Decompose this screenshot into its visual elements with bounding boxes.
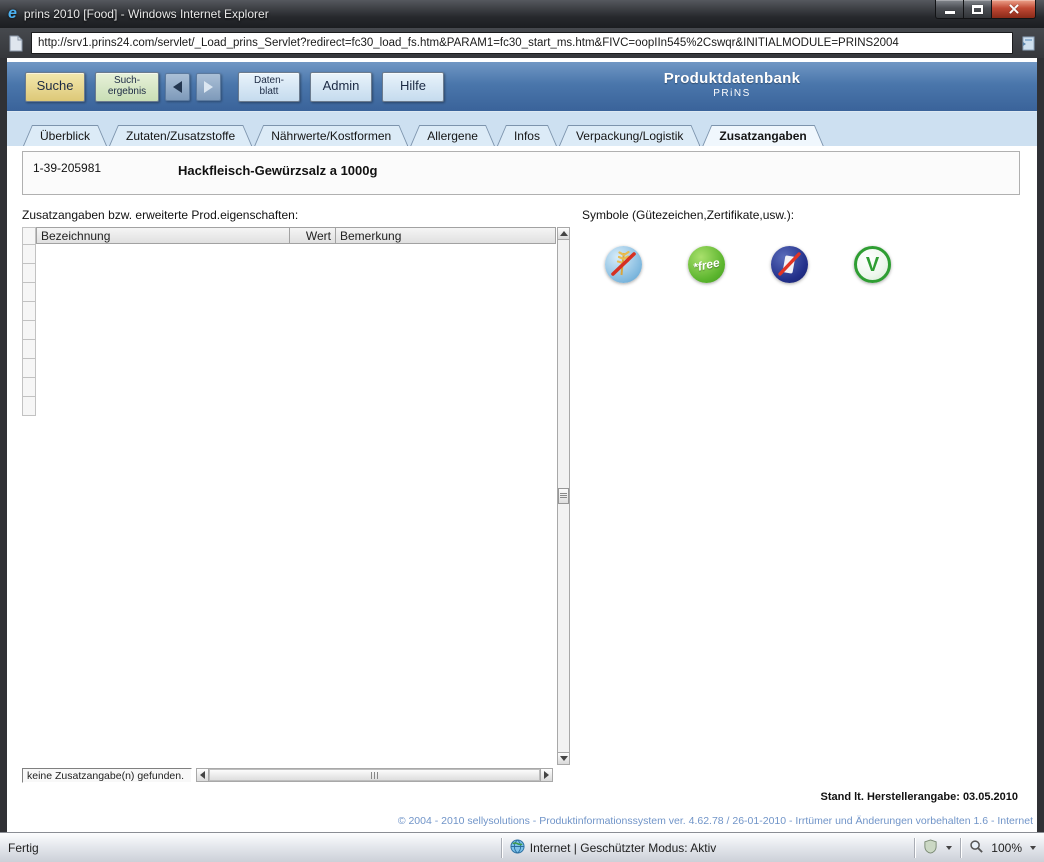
column-header-bemerkung: Bemerkung: [336, 227, 556, 244]
product-name: Hackfleisch-Gewürzsalz a 1000g: [178, 163, 377, 178]
magnifier-icon: [969, 839, 984, 857]
row-stub: [22, 283, 36, 302]
security-menu[interactable]: [923, 839, 952, 857]
tab-ueberblick[interactable]: Überblick: [23, 125, 107, 146]
attributes-table-header: Bezeichnung Wert Bemerkung: [36, 227, 556, 244]
symbols-heading: Symbole (Gütezeichen,Zertifikate,usw.):: [582, 208, 794, 222]
zone-text: Internet | Geschützter Modus: Aktiv: [530, 841, 717, 855]
nav-back-button[interactable]: [165, 73, 190, 101]
nav-forward-button[interactable]: [196, 73, 221, 101]
lactose-free-icon: *free: [688, 246, 725, 283]
zone-indicator[interactable]: Internet | Geschützter Modus: Aktiv: [510, 839, 717, 857]
arrow-left-icon: [200, 771, 205, 779]
browser-viewport: Suche Such- ergebnis Daten- blatt Admin …: [7, 58, 1037, 832]
statusbar-separator: [960, 838, 961, 858]
brand-block: Produktdatenbank PRiNS: [657, 70, 807, 99]
row-stub-column: [22, 227, 36, 416]
vertical-scroll-thumb[interactable]: [558, 488, 569, 504]
manufacturer-date-note: Stand lt. Herstellerangabe: 03.05.2010: [821, 791, 1018, 803]
status-text: Fertig: [8, 841, 39, 855]
suchergebnis-button[interactable]: Such- ergebnis: [95, 72, 159, 102]
tab-zutaten-zusatzstoffe[interactable]: Zutaten/Zusatzstoffe: [109, 125, 252, 146]
shield-icon: [923, 839, 938, 857]
arrow-right-icon: [544, 771, 549, 779]
chevron-down-icon: [1030, 846, 1036, 850]
arrow-right-icon: [204, 81, 213, 93]
vertical-scrollbar[interactable]: [557, 227, 570, 765]
tab-verpackung-logistik[interactable]: Verpackung/Logistik: [559, 125, 700, 146]
window-controls: [935, 0, 1036, 19]
brand-title: Produktdatenbank: [657, 70, 807, 87]
row-stub: [22, 245, 36, 264]
tab-zusatzangaben[interactable]: Zusatzangaben: [702, 125, 823, 146]
scroll-up-button[interactable]: [558, 228, 569, 240]
tab-strip: Überblick Zutaten/Zusatzstoffe Nährwerte…: [7, 112, 1037, 146]
column-header-bezeichnung: Bezeichnung: [36, 227, 290, 244]
title-bar: e prins 2010 [Food] - Windows Internet E…: [0, 0, 1044, 28]
scroll-right-button[interactable]: [540, 769, 552, 781]
maximize-icon: [972, 5, 983, 14]
window-title: prins 2010 [Food] - Windows Internet Exp…: [24, 7, 269, 21]
horizontal-scrollbar[interactable]: [196, 768, 553, 782]
datenblatt-button[interactable]: Daten- blatt: [238, 72, 300, 102]
vegetarian-icon: V: [854, 246, 891, 283]
symbols-row: *free V: [605, 246, 891, 283]
tab-allergene[interactable]: Allergene: [410, 125, 495, 146]
close-button[interactable]: [991, 0, 1036, 19]
row-stub: [22, 227, 36, 245]
arrow-up-icon: [560, 231, 568, 236]
statusbar-separator: [501, 838, 502, 858]
hilfe-button[interactable]: Hilfe: [382, 72, 444, 102]
status-bar: Fertig Internet | Geschützter Modus: Akt…: [0, 832, 1044, 862]
suche-button[interactable]: Suche: [25, 72, 85, 102]
url-input[interactable]: [31, 32, 1013, 54]
horizontal-scroll-thumb[interactable]: [209, 769, 540, 781]
product-header-box: 1-39-205981 Hackfleisch-Gewürzsalz a 100…: [22, 151, 1020, 195]
arrow-down-icon: [560, 756, 568, 761]
maximize-button[interactable]: [964, 0, 991, 19]
row-stub: [22, 340, 36, 359]
row-stub: [22, 321, 36, 340]
zoom-control[interactable]: 100%: [969, 839, 1036, 857]
page-footer: © 2004 - 2010 sellysolutions - Produktin…: [7, 812, 1037, 832]
address-bar: [0, 28, 1044, 58]
column-header-wert: Wert: [290, 227, 336, 244]
gluten-free-icon: [605, 246, 642, 283]
row-stub: [22, 302, 36, 321]
scroll-left-button[interactable]: [197, 769, 209, 781]
globe-icon: [510, 839, 525, 857]
chevron-down-icon: [946, 846, 952, 850]
attributes-table-body: [36, 244, 557, 765]
internet-explorer-icon[interactable]: e: [8, 6, 17, 22]
row-stub: [22, 359, 36, 378]
close-icon: [1007, 3, 1020, 15]
statusbar-separator: [914, 838, 915, 858]
attributes-heading: Zusatzangaben bzw. erweiterte Prod.eigen…: [22, 208, 298, 222]
prins-toolbar: Suche Such- ergebnis Daten- blatt Admin …: [7, 62, 1037, 112]
row-stub: [22, 264, 36, 283]
page-icon: [6, 32, 26, 54]
minimize-button[interactable]: [935, 0, 964, 19]
zoom-level: 100%: [991, 841, 1022, 855]
arrow-left-icon: [173, 81, 182, 93]
row-stub: [22, 378, 36, 397]
tab-naehrwerte-kostformen[interactable]: Nährwerte/Kostformen: [254, 125, 408, 146]
row-stub: [22, 397, 36, 416]
main-content: 1-39-205981 Hackfleisch-Gewürzsalz a 100…: [7, 146, 1037, 812]
admin-button[interactable]: Admin: [310, 72, 372, 102]
crossed-symbol-icon: [771, 246, 808, 283]
minimize-icon: [945, 11, 955, 14]
tab-infos[interactable]: Infos: [497, 125, 557, 146]
product-code: 1-39-205981: [33, 161, 101, 175]
empty-result-message: keine Zusatzangabe(n) gefunden.: [22, 768, 192, 783]
brand-subtitle: PRiNS: [657, 88, 807, 99]
scroll-down-button[interactable]: [558, 752, 569, 764]
compatibility-view-icon[interactable]: [1018, 32, 1038, 54]
